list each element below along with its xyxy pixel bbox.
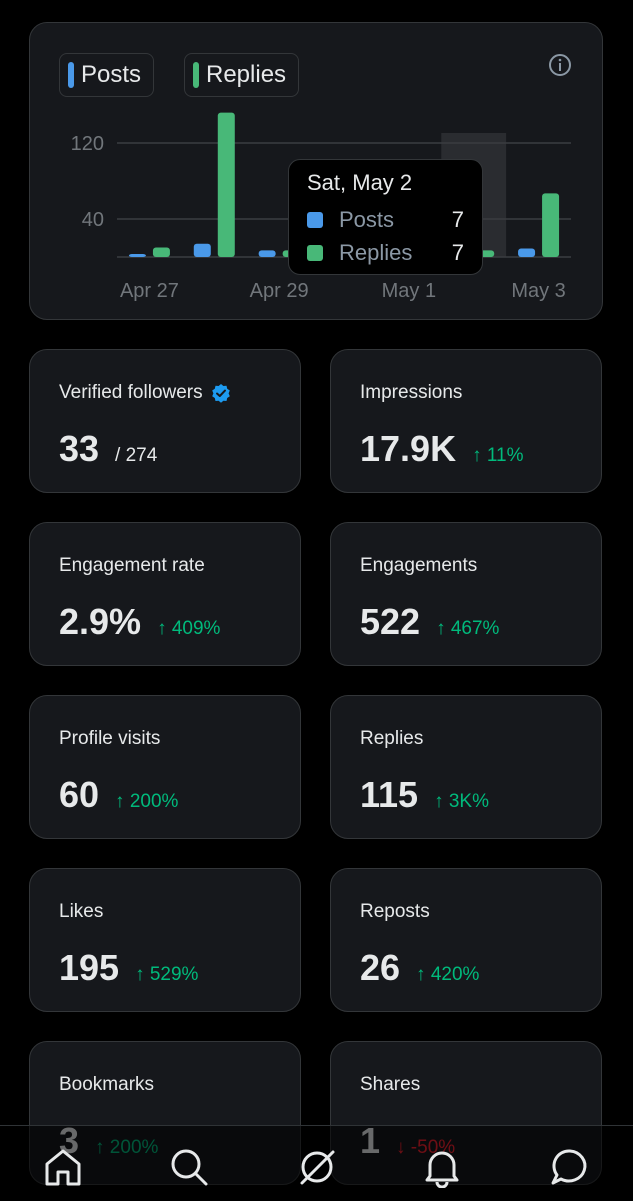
messages-icon[interactable] (549, 1146, 591, 1188)
bar-posts-6[interactable] (518, 248, 536, 257)
stat-title: Replies (360, 728, 424, 749)
tooltip-replies-swatch (307, 245, 323, 261)
stat-change: ↑ 409% (157, 618, 221, 639)
verified-badge-icon (211, 384, 230, 403)
tooltip-posts-label: Posts (339, 207, 395, 232)
stat-card-engagement-rate[interactable]: Engagement rate 2.9% ↑ 409% (29, 522, 301, 666)
search-icon[interactable] (168, 1146, 210, 1188)
stat-total: / 274 (115, 445, 158, 466)
stat-title: Bookmarks (59, 1074, 155, 1095)
stat-value: 2.9% (59, 601, 142, 642)
stat-change: ↑ 11% (472, 445, 524, 466)
bar-posts-1[interactable] (193, 243, 211, 257)
y-tick-label: 40 (82, 209, 104, 231)
stat-value: 522 (360, 601, 421, 642)
stat-value: 195 (59, 947, 120, 988)
stat-card-likes[interactable]: Likes 195 ↑ 529% (29, 868, 301, 1012)
stat-title: Likes (59, 901, 104, 922)
stat-title: Engagements (360, 555, 478, 576)
x-tick-label: May 1 (382, 280, 436, 302)
tooltip-row-posts: Posts 7 (307, 206, 464, 234)
stat-card-verified-followers[interactable]: Verified followers 33 / 274 (29, 349, 301, 493)
stat-title: Verified followers (59, 382, 203, 403)
stat-value: 60 (59, 774, 100, 815)
x-tick-label: Apr 27 (120, 280, 179, 302)
stat-change: ↑ 3K% (434, 791, 489, 812)
tooltip-date: Sat, May 2 (307, 170, 413, 195)
stat-value: 33 (59, 428, 100, 469)
bar-replies-1[interactable] (217, 112, 235, 257)
stat-card-impressions[interactable]: Impressions 17.9K ↑ 11% (330, 349, 602, 493)
tooltip-posts-value: 7 (451, 207, 464, 232)
grok-icon[interactable] (296, 1146, 338, 1188)
stat-value: 26 (360, 947, 401, 988)
bottom-navigation (0, 1125, 633, 1201)
stat-card-replies[interactable]: Replies 115 ↑ 3K% (330, 695, 602, 839)
bar-replies-6[interactable] (542, 193, 560, 257)
stat-title: Impressions (360, 382, 463, 403)
analytics-chart-card: Posts Replies 120 40 Apr 27 Apr 29 May 1 May … (29, 22, 603, 320)
stat-title: Reposts (360, 901, 430, 922)
stat-card-reposts[interactable]: Reposts 26 ↑ 420% (330, 868, 602, 1012)
stat-change: ↑ 467% (436, 618, 500, 639)
tooltip-posts-swatch (307, 212, 323, 228)
bar-posts-0[interactable] (128, 254, 146, 257)
stat-value: 17.9K (360, 428, 457, 469)
bar-posts-2[interactable] (258, 250, 276, 257)
stat-card-engagements[interactable]: Engagements 522 ↑ 467% (330, 522, 602, 666)
notifications-icon[interactable] (421, 1146, 463, 1188)
stat-title: Engagement rate (59, 555, 205, 576)
chart-tooltip: Sat, May 2 Posts 7 Replies 7 (288, 159, 483, 275)
stat-change: ↑ 420% (416, 964, 480, 985)
stat-value: 115 (360, 774, 419, 815)
tooltip-replies-value: 7 (451, 240, 464, 265)
stat-card-profile-visits[interactable]: Profile visits 60 ↑ 200% (29, 695, 301, 839)
stat-change: ↑ 200% (115, 791, 179, 812)
stat-title: Shares (360, 1074, 421, 1095)
stat-change: ↑ 529% (135, 964, 199, 985)
y-tick-label: 120 (71, 133, 104, 155)
tooltip-replies-label: Replies (339, 240, 413, 265)
home-icon[interactable] (42, 1146, 84, 1188)
bar-replies-0[interactable] (152, 247, 170, 258)
stat-title: Profile visits (59, 728, 161, 749)
tooltip-row-replies: Replies 7 (307, 239, 464, 267)
x-tick-label: May 3 (511, 280, 565, 302)
x-tick-label: Apr 29 (250, 280, 309, 302)
